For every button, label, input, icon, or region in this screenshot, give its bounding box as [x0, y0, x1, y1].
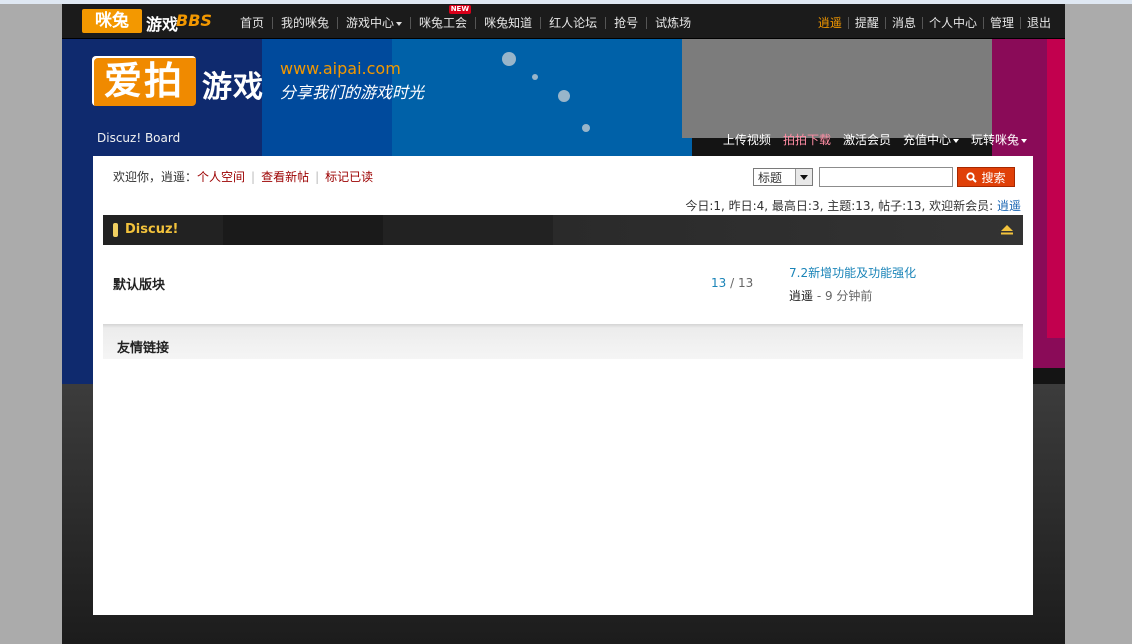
personal-space-link[interactable]: 个人空间 — [197, 168, 245, 185]
nav-admin[interactable]: 管理 — [984, 14, 1020, 31]
friend-links-header: 友情链接 — [103, 324, 1023, 359]
banner-bg-pink — [1047, 38, 1065, 338]
banner-url: www.aipai.com — [280, 59, 401, 78]
nav-game-center[interactable]: 游戏中心 — [338, 14, 410, 31]
nav-messages[interactable]: 消息 — [886, 14, 922, 31]
chevron-down-icon — [952, 138, 959, 143]
play-mitu-menu[interactable]: 玩转咪兔 — [965, 131, 1033, 148]
logo-bbs-text: BBS — [176, 11, 212, 30]
forum-name[interactable]: 默认版块 — [113, 274, 165, 293]
page: 咪兔 游戏 BBS 首页 我的咪兔 游戏中心 咪兔工会 NEW 咪兔知道 红人论坛… — [62, 4, 1065, 644]
banner-sparkle — [532, 74, 538, 80]
thread-count: 13 — [711, 276, 727, 290]
category-header-shade — [553, 215, 1023, 245]
view-new-posts-link[interactable]: 查看新帖 — [261, 168, 309, 185]
welcome-bar: 欢迎你，逍遥： 个人空间 | 查看新帖 | 标记已读 — [113, 168, 373, 185]
dropdown-arrow-icon[interactable] — [795, 169, 812, 185]
post-count: 13 — [737, 276, 754, 290]
main-content: 欢迎你，逍遥： 个人空间 | 查看新帖 | 标记已读 标题 搜索 今日:1, 昨… — [93, 156, 1033, 615]
nav-knowledge[interactable]: 咪兔知道 — [476, 14, 540, 31]
main-nav: 首页 我的咪兔 游戏中心 咪兔工会 NEW 咪兔知道 红人论坛 抢号 试炼场 — [232, 5, 699, 31]
board-name[interactable]: Discuz! Board — [97, 131, 180, 145]
nav-game-center-label: 游戏中心 — [346, 16, 395, 30]
last-post: 7.2新增功能及功能强化 逍遥 - 9 分钟前 — [789, 264, 916, 304]
forum-counts: 13 / 13 — [711, 276, 753, 290]
chevron-down-icon — [1021, 138, 1027, 143]
category-marker-icon — [113, 223, 118, 237]
stats-text: 今日:1, 昨日:4, 最高日:3, 主题:13, 帖子:13, 欢迎新会员: — [685, 199, 997, 213]
search-button[interactable]: 搜索 — [957, 167, 1015, 187]
new-badge: NEW — [448, 5, 472, 14]
nav-reminders[interactable]: 提醒 — [849, 14, 885, 31]
nav-guild[interactable]: 咪兔工会 NEW — [411, 5, 475, 31]
category-title[interactable]: Discuz! — [125, 222, 178, 237]
category-header-shade — [223, 215, 383, 245]
search-form: 标题 搜索 — [753, 167, 1015, 187]
last-post-time: - 9 分钟前 — [813, 289, 873, 303]
chevron-down-icon — [396, 21, 403, 26]
nav-my-mitu[interactable]: 我的咪兔 — [273, 14, 337, 31]
aipai-logo[interactable]: 爱拍 — [92, 56, 196, 106]
friend-links-title: 友情链接 — [117, 341, 170, 356]
search-type-value: 标题 — [758, 171, 783, 185]
user-nav: 逍遥 提醒 消息 个人中心 管理 退出 — [812, 14, 1057, 31]
paipai-download-link[interactable]: 拍拍下载 — [777, 131, 837, 148]
nav-guild-label: 咪兔工会 — [419, 16, 468, 30]
user-name-link[interactable]: 逍遥 — [812, 14, 848, 31]
nav-personal-center[interactable]: 个人中心 — [923, 14, 983, 31]
site-logo[interactable]: 咪兔 — [82, 9, 142, 33]
last-post-title[interactable]: 7.2新增功能及功能强化 — [789, 264, 916, 281]
nav-grab-code[interactable]: 抢号 — [606, 14, 646, 31]
upload-video-link[interactable]: 上传视频 — [717, 131, 777, 148]
banner-sparkle — [502, 52, 516, 66]
activate-member-link[interactable]: 激活会员 — [837, 131, 897, 148]
nav-trial[interactable]: 试炼场 — [647, 14, 699, 31]
count-separator: / — [726, 276, 738, 290]
search-type-select[interactable]: 标题 — [753, 168, 813, 186]
new-member-link[interactable]: 逍遥 — [997, 199, 1021, 213]
play-mitu-label: 玩转咪兔 — [970, 133, 1019, 147]
welcome-divider: | — [251, 169, 256, 184]
recharge-center-menu[interactable]: 充值中心 — [897, 131, 965, 148]
mark-read-link[interactable]: 标记已读 — [325, 168, 373, 185]
welcome-text: 欢迎你，逍遥： — [113, 170, 198, 184]
category-header: Discuz! — [103, 215, 1023, 245]
banner-sparkle — [558, 90, 570, 102]
last-post-author[interactable]: 逍遥 — [789, 289, 813, 303]
top-nav: 咪兔 游戏 BBS 首页 我的咪兔 游戏中心 咪兔工会 NEW 咪兔知道 红人论坛… — [62, 4, 1065, 39]
board-links: 上传视频 拍拍下载 激活会员 充值中心 玩转咪兔 — [717, 131, 1033, 148]
logo-game-text: 游戏 — [146, 15, 179, 34]
search-button-label: 搜索 — [981, 170, 1006, 185]
forum-stats: 今日:1, 昨日:4, 最高日:3, 主题:13, 帖子:13, 欢迎新会员: … — [685, 197, 1021, 214]
collapse-icon[interactable] — [1001, 225, 1013, 235]
search-icon — [966, 171, 978, 183]
recharge-center-label: 充值中心 — [902, 133, 951, 147]
nav-home[interactable]: 首页 — [232, 14, 272, 31]
banner-slogan: 分享我们的游戏时光 — [280, 83, 425, 102]
banner-game-text: 游戏 — [202, 70, 264, 105]
welcome-divider: | — [315, 169, 320, 184]
nav-star-forum[interactable]: 红人论坛 — [541, 14, 605, 31]
search-input[interactable] — [819, 167, 953, 187]
board-bar: Discuz! Board 上传视频 拍拍下载 激活会员 充值中心 玩转咪兔 — [83, 120, 1033, 155]
forum-row: 默认版块 13 / 13 7.2新增功能及功能强化 逍遥 - 9 分钟前 — [103, 248, 1023, 324]
nav-logout[interactable]: 退出 — [1021, 14, 1057, 31]
